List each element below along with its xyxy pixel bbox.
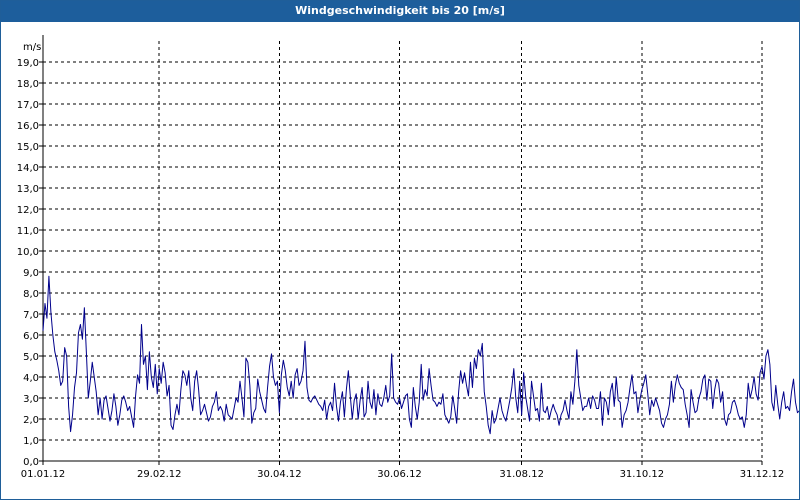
x-tick-label: 31.10.12 xyxy=(620,469,665,480)
y-tick-label: 11,0 xyxy=(17,226,39,237)
x-tick-label: 31.12.12 xyxy=(740,469,785,480)
x-tick-label: 29.02.12 xyxy=(137,469,182,480)
y-tick-label: 8,0 xyxy=(23,289,39,300)
y-tick-label: 7,0 xyxy=(23,310,39,321)
y-tick-label: 15,0 xyxy=(17,142,39,153)
y-tick-label: 16,0 xyxy=(17,121,39,132)
x-tick-label: 31.08.12 xyxy=(499,469,544,480)
y-tick-label: 2,0 xyxy=(23,415,39,426)
x-tick-label: 30.06.12 xyxy=(377,469,422,480)
line-chart: 0,0 1,0 2,0 3,0 4,0 5,0 6,0 7,0 8,0 9,0 10,0 11,0 12… xyxy=(17,35,799,480)
chart-window: Windgeschwindigkeit bis 20 [m/s] 0,0 1,0 2… xyxy=(0,0,800,500)
y-axis-unit-label: m/s xyxy=(23,42,41,53)
wind-speed-series-line xyxy=(42,275,799,435)
y-tick-label: 9,0 xyxy=(23,268,39,279)
y-tick-label: 0,0 xyxy=(23,457,39,468)
y-tick-label: 6,0 xyxy=(23,331,39,342)
x-tick-labels: 01.01.12 29.02.12 30.04.12 30.06.12 31.08.12… xyxy=(21,469,785,480)
x-tick-label: 30.04.12 xyxy=(257,469,302,480)
y-tick-label: 5,0 xyxy=(23,352,39,363)
y-tick-label: 17,0 xyxy=(17,100,39,111)
series xyxy=(42,275,799,435)
window-title: Windgeschwindigkeit bis 20 [m/s] xyxy=(1,1,799,22)
y-tick-label: 19,0 xyxy=(17,58,39,69)
y-tick-label: 3,0 xyxy=(23,394,39,405)
grid xyxy=(43,41,763,461)
y-tick-label: 18,0 xyxy=(17,79,39,90)
y-tick-label: 4,0 xyxy=(23,373,39,384)
x-tick-label: 01.01.12 xyxy=(21,469,66,480)
y-tick-label: 1,0 xyxy=(23,436,39,447)
y-tick-labels: 0,0 1,0 2,0 3,0 4,0 5,0 6,0 7,0 8,0 9,0 10,0 11,0 12… xyxy=(17,58,39,468)
y-tick-label: 10,0 xyxy=(17,247,39,258)
y-tick-label: 14,0 xyxy=(17,163,39,174)
y-tick-label: 12,0 xyxy=(17,205,39,216)
y-tick-label: 13,0 xyxy=(17,184,39,195)
